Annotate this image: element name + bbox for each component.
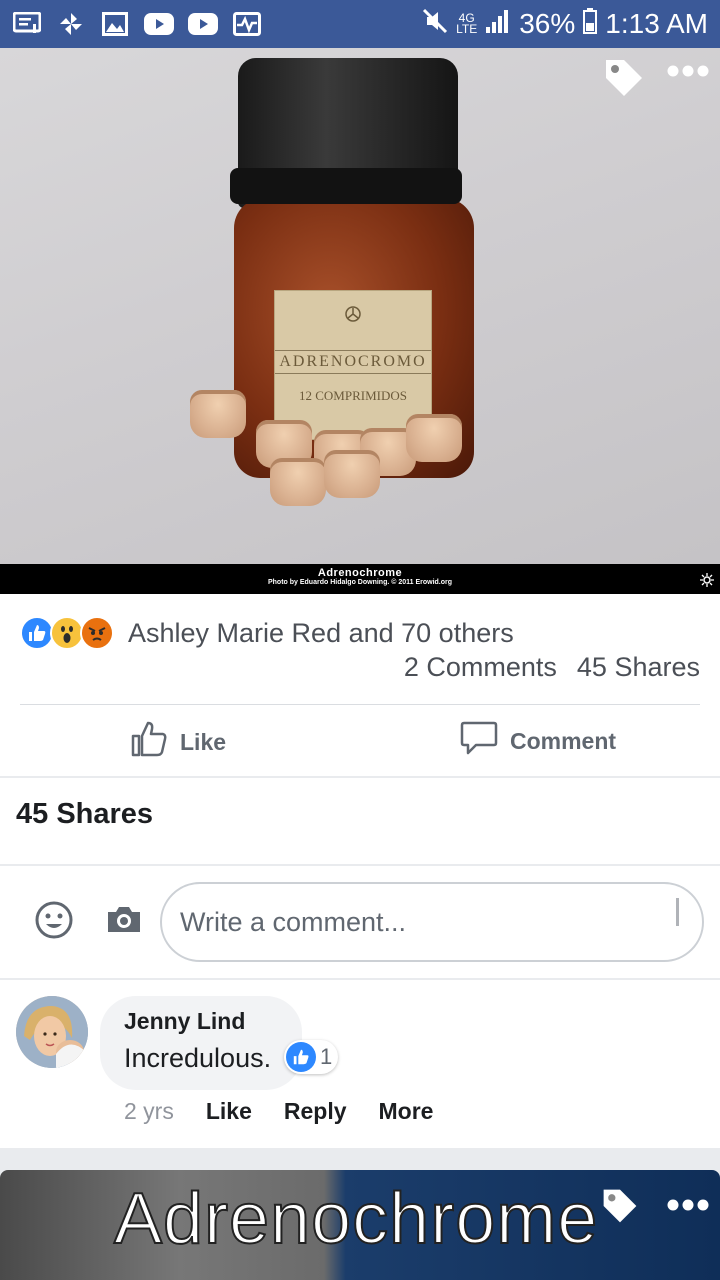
comment-like-button[interactable]: Like <box>206 1098 252 1125</box>
network-type: 4G LTE <box>456 12 478 36</box>
comment-age: 2 yrs <box>124 1098 174 1124</box>
status-right: 4G LTE 36% 1:13 AM <box>422 7 708 41</box>
like-reaction-icon <box>20 616 54 650</box>
label-emblem-icon <box>275 305 431 328</box>
next-post-preview[interactable]: Adrenochrome <box>0 1170 720 1280</box>
network-bottom: LTE <box>456 22 478 36</box>
angry-reaction-icon <box>80 616 114 650</box>
activity-icon <box>232 11 262 37</box>
pinwheel-icon <box>56 11 86 37</box>
bottle-cap-rim <box>230 168 462 204</box>
like-reaction-icon <box>286 1042 316 1072</box>
comment-reply-button[interactable]: Reply <box>284 1098 347 1125</box>
youtube-icon-2 <box>188 11 218 37</box>
photo-caption-title: Adrenochrome <box>317 567 403 579</box>
notification-icons <box>12 11 262 37</box>
thumbs-up-icon <box>130 720 168 764</box>
tag-icon[interactable] <box>602 56 646 105</box>
tag-icon[interactable] <box>600 1186 640 1231</box>
comment-like-number: 1 <box>320 1044 333 1069</box>
page: 4G LTE 36% 1:13 AM ADRENOCROMO 12 COMPRIM… <box>0 0 720 1280</box>
youtube-icon <box>144 11 174 37</box>
like-label: Like <box>180 728 227 755</box>
battery-percent: 36% <box>519 8 576 39</box>
battery-icon <box>583 7 598 41</box>
pill <box>190 390 246 438</box>
shares-count[interactable]: 45 Shares <box>577 652 700 683</box>
mute-icon <box>422 8 448 41</box>
photo-caption-bar: Adrenochrome Photo by Eduardo Hidalgo Do… <box>0 564 720 594</box>
post-actions-card: Ashley Marie Red and 70 others 2 Comment… <box>0 594 720 776</box>
comment-actions: 2 yrs Like Reply More <box>124 1098 433 1125</box>
shares-section: 45 Shares <box>0 778 720 864</box>
engagement-counts: 2 Comments 45 Shares <box>404 652 700 683</box>
divider <box>20 704 700 705</box>
wow-reaction-icon <box>50 616 84 650</box>
reaction-icons[interactable] <box>20 616 114 650</box>
pill <box>270 458 326 506</box>
label-title: ADRENOCROMO <box>275 350 431 374</box>
post-photo[interactable]: ADRENOCROMO 12 COMPRIMIDOS Adrenochrome … <box>0 48 720 594</box>
text-cursor <box>676 898 679 926</box>
pill <box>406 414 462 462</box>
comment-text: Incredulous. <box>124 1043 272 1073</box>
comments-count[interactable]: 2 Comments <box>404 652 557 683</box>
comment-input[interactable] <box>160 882 704 962</box>
camera-icon[interactable] <box>104 900 144 940</box>
comment-more-button[interactable]: More <box>379 1098 434 1125</box>
gallery-icon <box>100 11 130 37</box>
comment-like-count[interactable]: 1 <box>284 1040 339 1074</box>
clock: 1:13 AM <box>605 8 708 39</box>
photo-credit: Photo by Eduardo Hidalgo Downing. © 2011… <box>267 579 453 586</box>
messages-icon <box>12 11 42 37</box>
like-button[interactable]: Like <box>130 720 226 764</box>
signal-icon <box>485 8 511 40</box>
emoji-icon[interactable] <box>34 900 74 940</box>
reaction-summary[interactable]: Ashley Marie Red and 70 others <box>128 618 514 649</box>
avatar[interactable] <box>16 996 88 1068</box>
comment-bubble[interactable]: Jenny Lind Incredulous. <box>100 996 302 1090</box>
label-subtitle: 12 COMPRIMIDOS <box>299 388 407 403</box>
next-post-title: Adrenochrome <box>113 1178 599 1260</box>
comment-bubble-icon <box>460 720 498 762</box>
shares-title: 45 Shares <box>16 798 154 830</box>
more-options-icon[interactable] <box>666 1198 710 1217</box>
comment-button[interactable]: Comment <box>460 720 616 762</box>
pill <box>324 450 380 498</box>
settings-icon <box>700 573 714 587</box>
more-options-icon[interactable] <box>666 64 710 83</box>
comment-author[interactable]: Jenny Lind <box>124 1008 278 1035</box>
comment-composer <box>0 866 720 978</box>
comment-label: Comment <box>510 727 617 754</box>
status-bar: 4G LTE 36% 1:13 AM <box>0 0 720 48</box>
comment-item: Jenny Lind Incredulous. 1 2 yrs Like Rep… <box>0 980 720 1148</box>
